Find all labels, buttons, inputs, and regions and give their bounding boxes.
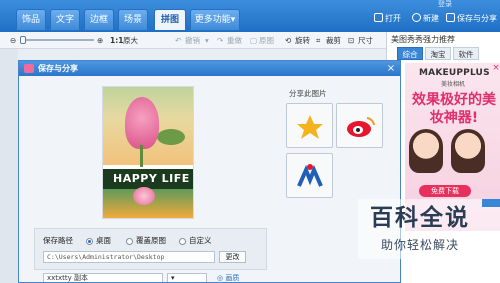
ad-model-image — [451, 129, 485, 173]
share-renren-button[interactable] — [286, 153, 333, 198]
renren-icon — [297, 164, 323, 187]
original-size-button[interactable]: 原大 — [123, 35, 138, 46]
tab-more-label: 更多功能 — [194, 15, 231, 25]
photo-banner: HAPPY LIFE — [103, 169, 193, 189]
zoom-out-icon[interactable]: ⊖ — [10, 35, 16, 46]
ad-brand-sub: 美妆相机 — [441, 81, 466, 88]
filename-field[interactable]: xxtxtty 副本 — [43, 273, 163, 282]
save-share-label: 保存与分享 — [457, 14, 497, 23]
ad-model-image — [409, 129, 443, 173]
zoom-level: 1:1 — [110, 36, 124, 45]
leaf-shape — [157, 129, 185, 145]
ad-headline: 效果极好的美妆神器! — [412, 92, 496, 126]
watermark-subtitle: 助你轻松解决 — [380, 238, 459, 252]
redo-button[interactable]: 重做 — [227, 35, 242, 46]
original-image-button[interactable]: 原图 — [259, 35, 274, 46]
new-button[interactable]: 新建 — [412, 12, 439, 26]
watermark-title: 百科全说 — [370, 205, 470, 231]
tab-text[interactable]: 文字 — [50, 9, 80, 30]
save-path-field[interactable]: C:\Users\Administrator\Desktop — [43, 251, 215, 263]
ad-brand: MAKEUPPLUS — [419, 68, 490, 78]
ad-download-button[interactable]: 免费下载 — [419, 185, 471, 197]
lotus-bud — [133, 187, 155, 205]
original-image-icon[interactable]: ▢ — [250, 35, 257, 46]
undo-button[interactable]: 撤销 — [185, 35, 200, 46]
save-share-button[interactable]: 保存与分享 — [446, 12, 497, 26]
quality-link[interactable]: ◎ 画质 — [217, 273, 240, 282]
ad-tab-taobao[interactable]: 淘宝 — [425, 47, 451, 60]
resize-icon[interactable]: ⊡ — [348, 35, 354, 46]
format-select[interactable]: ▾ — [167, 273, 207, 282]
radio-overwrite[interactable] — [126, 238, 133, 245]
change-path-button[interactable]: 更改 — [219, 251, 246, 263]
rotate-button[interactable]: 旋转 — [295, 35, 310, 46]
app-top-bar: 饰品 文字 边框 场景 拼图 更多功能▾ 登录 打开 新建 保存与分享 — [0, 0, 500, 32]
radio-custom-label[interactable]: 自定义 — [189, 236, 212, 246]
folder-icon — [374, 13, 383, 22]
login-link[interactable]: 登录 — [438, 0, 452, 8]
canvas-left-area — [0, 49, 18, 283]
save-icon — [446, 13, 455, 22]
radio-desktop-label[interactable]: 桌面 — [96, 236, 111, 246]
lotus-flower — [125, 97, 159, 149]
tab-collage[interactable]: 拼图 — [154, 9, 186, 30]
zoom-in-icon[interactable]: ⊕ — [97, 35, 103, 46]
undo-icon[interactable]: ↶ — [175, 35, 181, 46]
radio-custom[interactable] — [179, 238, 186, 245]
save-path-label: 保存路径 — [43, 236, 73, 245]
share-qzone-button[interactable] — [286, 103, 333, 148]
crop-button[interactable]: 裁剪 — [326, 35, 341, 46]
tab-scene[interactable]: 场景 — [118, 9, 148, 30]
undo-dropdown-icon[interactable]: ▾ — [205, 35, 209, 46]
quality-label: 画质 — [225, 274, 240, 282]
redo-icon[interactable]: ↷ — [217, 35, 223, 46]
radio-desktop[interactable] — [86, 238, 93, 245]
photo-caption: HAPPY LIFE — [113, 172, 190, 185]
image-preview: HAPPY LIFE — [102, 86, 194, 219]
share-weibo-button[interactable] — [336, 103, 383, 148]
share-label: 分享此图片 — [289, 89, 327, 98]
open-label: 打开 — [385, 14, 401, 23]
weibo-icon — [347, 117, 375, 137]
resize-button[interactable]: 尺寸 — [358, 35, 373, 46]
tab-frame[interactable]: 边框 — [84, 9, 114, 30]
plus-icon — [412, 13, 421, 22]
zoom-slider[interactable] — [22, 39, 94, 41]
tab-accessories[interactable]: 饰品 — [16, 9, 46, 30]
dialog-titlebar: 保存与分享 × — [19, 61, 400, 76]
zoom-slider-handle[interactable] — [20, 36, 26, 44]
recommendation-title: 美图秀秀强力推荐 — [391, 35, 455, 44]
new-label: 新建 — [423, 14, 439, 23]
ad-tab-software[interactable]: 软件 — [453, 47, 479, 60]
open-button[interactable]: 打开 — [374, 12, 401, 26]
ad-tab-general[interactable]: 综合 — [397, 47, 423, 60]
scroll-marker — [482, 199, 500, 207]
dialog-title: 保存与分享 — [38, 64, 78, 73]
rotate-icon[interactable]: ⟲ — [285, 35, 291, 46]
app-logo-icon — [24, 64, 34, 73]
star-icon — [297, 115, 323, 139]
save-share-dialog: 保存与分享 × HAPPY LIFE 分享此图片 保存路径 桌面 覆盖原图 自定… — [18, 60, 401, 283]
lotus-stem — [140, 145, 143, 167]
tab-more-functions[interactable]: 更多功能▾ — [190, 9, 240, 30]
close-icon[interactable]: × — [491, 63, 500, 73]
dialog-close-icon[interactable]: × — [385, 63, 397, 74]
radio-overwrite-label[interactable]: 覆盖原图 — [136, 236, 166, 246]
crop-icon[interactable]: ⌗ — [316, 35, 320, 46]
edit-toolbar: ⊖ ⊕ 1:1 原大 ↶ 撤销 ▾ ↷ 重做 ▢ 原图 ⟲ 旋转 ⌗ 裁剪 ⊡ … — [0, 32, 386, 49]
save-options-panel — [34, 228, 267, 270]
